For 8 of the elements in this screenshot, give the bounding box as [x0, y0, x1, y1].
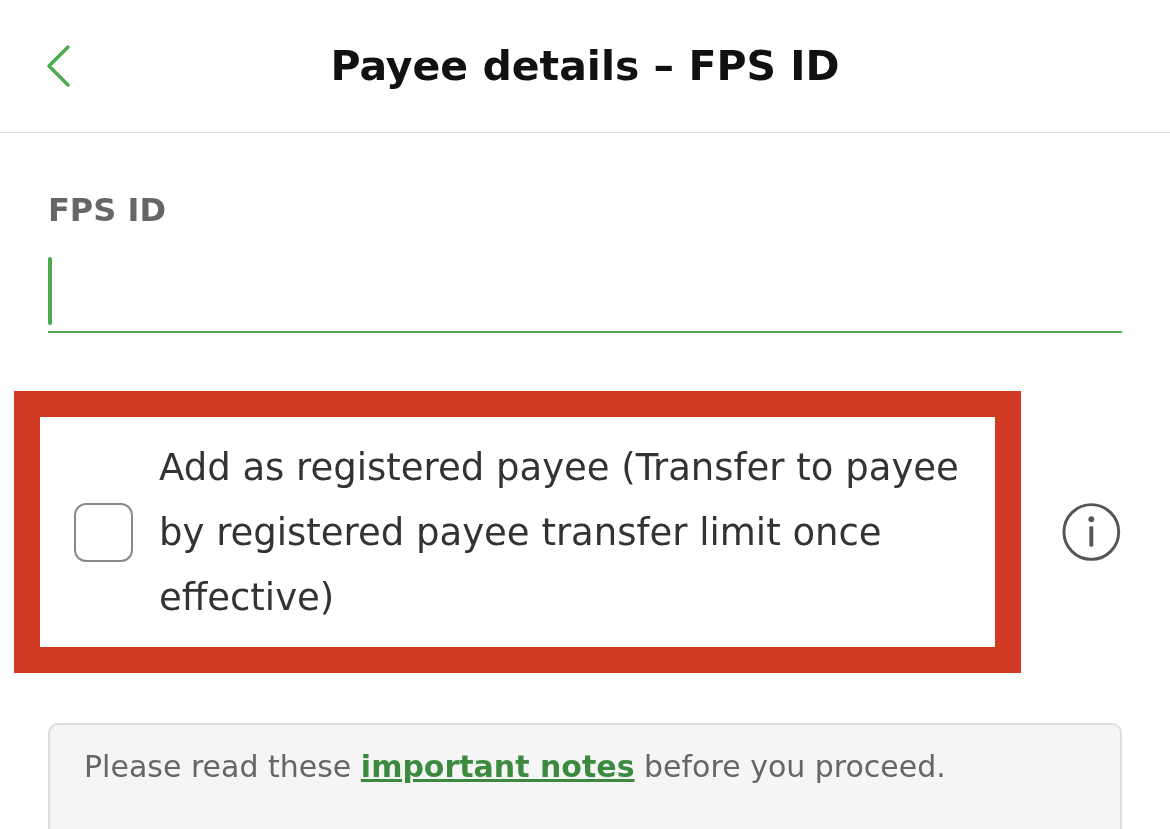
info-icon[interactable]: [1061, 501, 1122, 563]
checkbox[interactable]: [74, 502, 133, 562]
checkbox-label: Add as registered payee (Transfer to payee by registered payee transfer limit once effective): [159, 444, 959, 621]
back-chevron-icon: [44, 44, 72, 88]
important-notes-link[interactable]: important notes: [360, 749, 635, 784]
field-label: FPS ID: [48, 191, 167, 229]
notes-text: Please read these important notes before you proceed.: [84, 749, 947, 784]
screen-title: Payee details – FPS ID: [330, 42, 840, 90]
